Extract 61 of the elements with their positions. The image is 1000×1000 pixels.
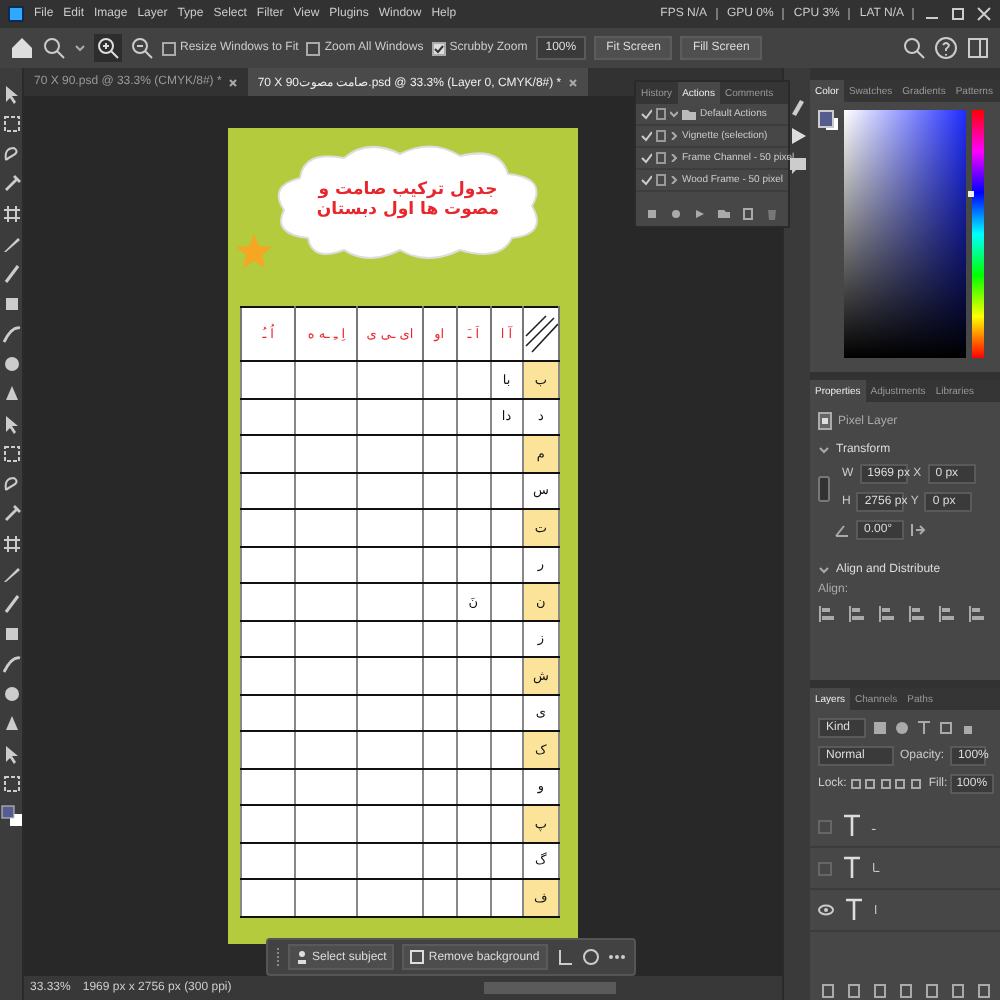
align-icon[interactable] — [938, 604, 956, 624]
caret-icon[interactable] — [818, 446, 830, 454]
tool-icon[interactable] — [1, 534, 21, 554]
align-icon[interactable] — [818, 604, 836, 624]
eye-icon[interactable] — [818, 902, 834, 918]
color-field[interactable] — [844, 110, 966, 358]
zoom-out-icon[interactable] — [130, 36, 154, 60]
document-title: جدول ترکیب صامت و مصوت ها اول دبستان — [314, 179, 502, 221]
expanded-caret-icon[interactable] — [670, 110, 678, 118]
collapsed-caret-icon[interactable] — [670, 132, 678, 140]
restore-icon[interactable] — [950, 6, 966, 22]
search-icon[interactable] — [902, 36, 926, 60]
hue-slider-thumb[interactable] — [968, 191, 974, 198]
tool-icon[interactable] — [1, 204, 21, 224]
text-layer-icon — [842, 814, 862, 838]
check-icon[interactable] — [640, 152, 652, 164]
zoom-in-icon[interactable] — [96, 36, 120, 60]
tool-icon[interactable] — [1, 174, 21, 194]
folder-icon — [682, 108, 696, 120]
drag-handle-icon[interactable] — [276, 945, 280, 969]
checkbox[interactable] — [162, 41, 176, 55]
transform-icon[interactable] — [555, 948, 574, 966]
color-swatches-icon[interactable] — [0, 804, 23, 828]
caret-icon[interactable] — [818, 566, 830, 574]
checkbox[interactable] — [431, 41, 446, 55]
tool-icon[interactable] — [1, 504, 21, 524]
star-icon — [236, 234, 272, 268]
align-icon[interactable] — [908, 604, 926, 624]
align-icon[interactable] — [848, 604, 866, 624]
close-icon[interactable] — [227, 77, 238, 87]
collapsed-caret-icon[interactable] — [670, 154, 678, 162]
filter-icon[interactable] — [916, 720, 932, 736]
text-layer-icon — [844, 898, 864, 922]
align-icon[interactable] — [878, 604, 896, 624]
caret-icon[interactable] — [74, 42, 86, 54]
pixel-layer-icon — [818, 412, 832, 430]
history-brush-icon[interactable] — [787, 96, 807, 116]
help-icon[interactable] — [934, 36, 958, 60]
mask-icon[interactable] — [581, 948, 600, 966]
align-icon[interactable] — [968, 604, 986, 624]
checkbox[interactable] — [306, 41, 321, 55]
scrollbar-thumb[interactable] — [483, 982, 617, 994]
flip-icon[interactable] — [910, 522, 926, 538]
close-icon[interactable] — [567, 77, 578, 87]
check-icon[interactable] — [640, 108, 652, 120]
close-icon[interactable] — [976, 6, 992, 22]
collapsed-caret-icon[interactable] — [670, 176, 678, 184]
check-icon[interactable] — [640, 174, 652, 186]
image-icon — [410, 950, 425, 964]
person-icon — [296, 950, 308, 964]
diagonal-hatch-icon — [524, 312, 557, 356]
check-icon[interactable] — [640, 130, 652, 142]
color-swatches-icon[interactable] — [818, 110, 838, 132]
zoom-icon[interactable] — [42, 36, 66, 60]
workspace-icon[interactable] — [966, 36, 990, 60]
link-icon[interactable] — [818, 475, 830, 501]
text-layer-icon — [842, 856, 862, 880]
home-icon[interactable] — [10, 36, 34, 60]
angle-icon — [834, 523, 850, 537]
app-logo-icon[interactable] — [8, 6, 24, 22]
play-icon[interactable] — [787, 126, 807, 146]
